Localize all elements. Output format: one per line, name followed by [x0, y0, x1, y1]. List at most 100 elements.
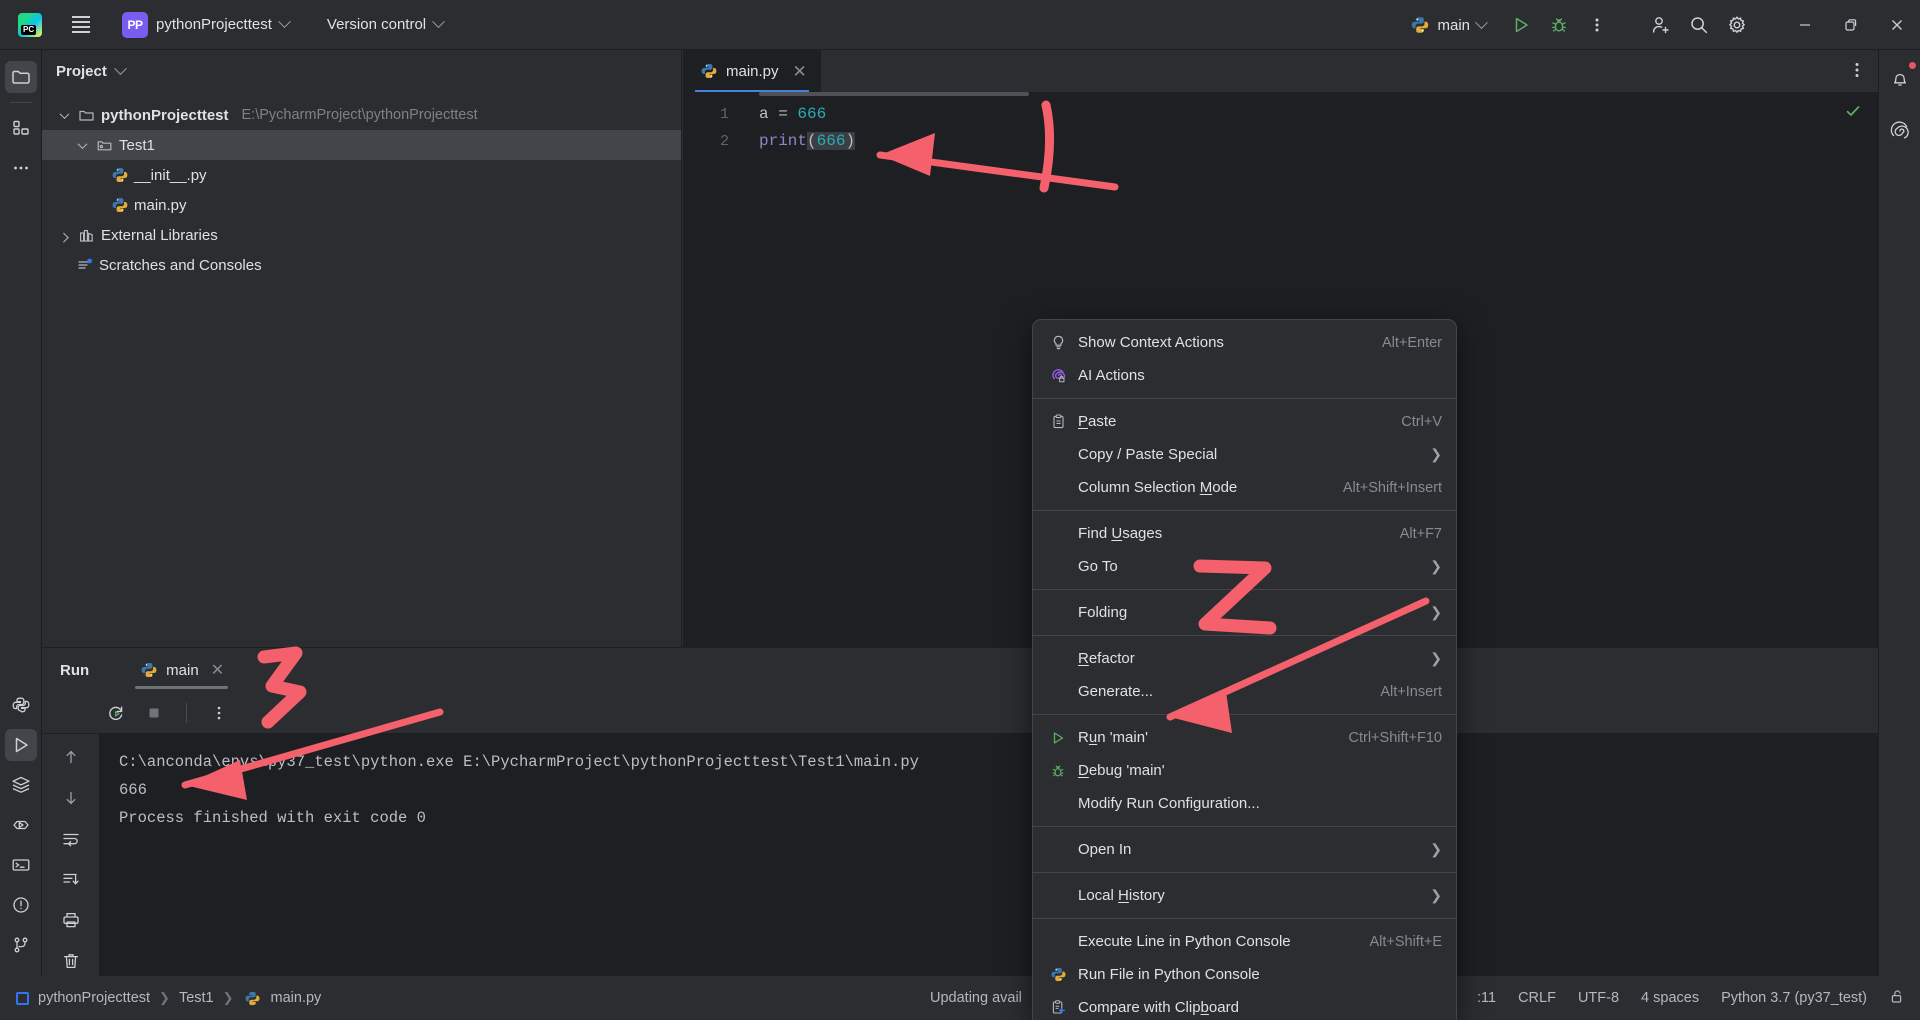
search-icon[interactable] — [1682, 8, 1716, 42]
tree-node-project-root[interactable]: pythonProjecttest E:\PycharmProject\pyth… — [42, 100, 681, 130]
scroll-to-end-icon[interactable] — [55, 867, 87, 892]
sidebar-item-python-packages[interactable] — [5, 689, 37, 721]
menu-item-find-usages[interactable]: Find Usages Alt+F7 — [1033, 517, 1456, 550]
console-line: 666 — [119, 781, 147, 799]
editor-tab-main-py[interactable]: main.py ✕ — [683, 50, 821, 92]
breadcrumb-item[interactable]: Test1 — [179, 990, 214, 1006]
unlocked-icon[interactable] — [1889, 988, 1906, 1009]
more-vertical-icon[interactable] — [203, 697, 235, 729]
blank-icon — [1047, 887, 1069, 905]
add-user-icon[interactable] — [1644, 8, 1678, 42]
run-console-output[interactable]: C:\anconda\envs\py37_test\python.exe E:\… — [99, 734, 1878, 976]
sidebar-item-more[interactable] — [5, 152, 37, 184]
sidebar-item-debug[interactable] — [5, 809, 37, 841]
version-control-label: Version control — [326, 16, 427, 33]
sidebar-item-services[interactable] — [5, 769, 37, 801]
stop-icon[interactable] — [138, 697, 170, 729]
close-button[interactable] — [1874, 0, 1920, 50]
tree-node-main-py[interactable]: main.py — [42, 190, 681, 220]
line-separator[interactable]: CRLF — [1518, 990, 1556, 1006]
sidebar-item-terminal[interactable] — [5, 849, 37, 881]
menu-item-shortcut: Alt+F7 — [1399, 525, 1442, 542]
file-encoding[interactable]: UTF-8 — [1578, 990, 1619, 1006]
tree-node-init-py[interactable]: __init__.py — [42, 160, 681, 190]
menu-item-local-history[interactable]: Local History ❯ — [1033, 879, 1456, 912]
menu-item-show-context-actions[interactable]: Show Context Actions Alt+Enter — [1033, 326, 1456, 359]
console-line: C:\anconda\envs\py37_test\python.exe E:\… — [119, 753, 919, 771]
code-token: ( — [807, 132, 817, 150]
more-actions-icon[interactable] — [1580, 8, 1614, 42]
down-arrow-icon[interactable] — [55, 786, 87, 811]
python-interpreter[interactable]: Python 3.7 (py37_test) — [1721, 990, 1867, 1006]
editor-scrollbar[interactable] — [759, 92, 1029, 96]
run-tab-main[interactable]: main ✕ — [131, 648, 232, 692]
menu-item-copy-paste-special[interactable]: Copy / Paste Special ❯ — [1033, 438, 1456, 471]
rerun-icon[interactable] — [100, 697, 132, 729]
menu-item-label: Column Selection Mode — [1078, 479, 1238, 496]
menu-item-label: Run File in Python Console — [1078, 966, 1260, 983]
sidebar-item-problems[interactable] — [5, 889, 37, 921]
line-number: 2 — [719, 133, 729, 150]
tree-node-test1[interactable]: Test1 — [42, 130, 681, 160]
up-arrow-icon[interactable] — [55, 745, 87, 770]
notifications-button[interactable] — [1884, 61, 1917, 95]
menu-item-debug-main[interactable]: Debug 'main' — [1033, 754, 1456, 787]
menu-item-generate[interactable]: Generate... Alt+Insert — [1033, 675, 1456, 708]
close-icon[interactable]: ✕ — [793, 63, 807, 80]
debug-icon[interactable] — [1542, 8, 1576, 42]
code-text[interactable]: a = 666 print(666) — [759, 101, 1878, 155]
tree-label: Test1 — [119, 136, 155, 154]
breadcrumb-item[interactable]: pythonProjecttest — [38, 990, 150, 1006]
menu-item-column-selection-mode[interactable]: Column Selection Mode Alt+Shift+Insert — [1033, 471, 1456, 504]
chevron-down-icon[interactable] — [74, 137, 90, 153]
chevron-down-icon[interactable] — [113, 61, 127, 75]
trash-icon[interactable] — [55, 948, 87, 973]
menu-item-go-to[interactable]: Go To ❯ — [1033, 550, 1456, 583]
run-configuration-selector[interactable]: main — [1402, 11, 1494, 39]
menu-item-execute-line-in-python-console[interactable]: Execute Line in Python Console Alt+Shift… — [1033, 925, 1456, 958]
close-icon[interactable]: ✕ — [211, 660, 224, 680]
tree-node-external-libraries[interactable]: External Libraries — [42, 220, 681, 250]
run-icon[interactable] — [1504, 8, 1538, 42]
menu-divider — [1033, 589, 1456, 590]
menu-item-compare-with-clipboard[interactable]: Compare with Clipboard — [1033, 991, 1456, 1020]
caret-position[interactable]: :11 — [1477, 990, 1496, 1006]
sidebar-item-structure[interactable] — [5, 112, 37, 144]
soft-wrap-icon[interactable] — [55, 826, 87, 851]
settings-icon[interactable] — [1720, 8, 1754, 42]
menu-item-ai-actions[interactable]: AI Actions — [1033, 359, 1456, 392]
menu-item-run-file-in-python-console[interactable]: Run File in Python Console — [1033, 958, 1456, 991]
menu-item-label: Run 'main' — [1078, 729, 1148, 746]
sidebar-item-version-control[interactable] — [5, 929, 37, 961]
project-selector[interactable]: PP pythonProjecttest — [114, 8, 297, 42]
breadcrumb-separator: ❯ — [159, 990, 170, 1005]
menu-item-refactor[interactable]: Refactor ❯ — [1033, 642, 1456, 675]
menu-item-run-main[interactable]: Run 'main' Ctrl+Shift+F10 — [1033, 721, 1456, 754]
menu-item-shortcut: Ctrl+V — [1401, 413, 1442, 430]
ai-assistant-button[interactable] — [1884, 115, 1916, 147]
version-control-menu[interactable]: Version control — [319, 12, 451, 37]
menu-item-paste[interactable]: Paste Ctrl+V — [1033, 405, 1456, 438]
indent-setting[interactable]: 4 spaces — [1641, 990, 1699, 1006]
chevron-down-icon[interactable] — [56, 107, 72, 123]
breadcrumb-item[interactable]: main.py — [271, 990, 322, 1006]
editor-more-actions[interactable] — [1846, 59, 1868, 81]
minimize-button[interactable] — [1782, 0, 1828, 50]
editor-context-menu: Show Context Actions Alt+Enter AI Action… — [1032, 319, 1457, 1020]
main-menu-button[interactable] — [64, 8, 98, 42]
menu-item-modify-run-configuration[interactable]: Modify Run Configuration... — [1033, 787, 1456, 820]
python-icon — [1412, 17, 1429, 33]
code-token: 666 — [797, 105, 827, 123]
tree-node-scratches[interactable]: Scratches and Consoles — [42, 250, 681, 280]
sidebar-item-run[interactable] — [4, 729, 37, 761]
lightbulb-icon — [1047, 334, 1069, 352]
print-icon[interactable] — [55, 908, 87, 933]
inspection-status-icon[interactable] — [1844, 102, 1862, 125]
line-number-gutter: 1 2 — [683, 92, 740, 647]
sidebar-item-project[interactable] — [4, 61, 37, 93]
maximize-button[interactable] — [1828, 0, 1874, 50]
menu-item-open-in[interactable]: Open In ❯ — [1033, 833, 1456, 866]
menu-item-folding[interactable]: Folding ❯ — [1033, 596, 1456, 629]
chevron-right-icon[interactable] — [56, 227, 72, 243]
project-panel-title: Project — [56, 62, 107, 80]
